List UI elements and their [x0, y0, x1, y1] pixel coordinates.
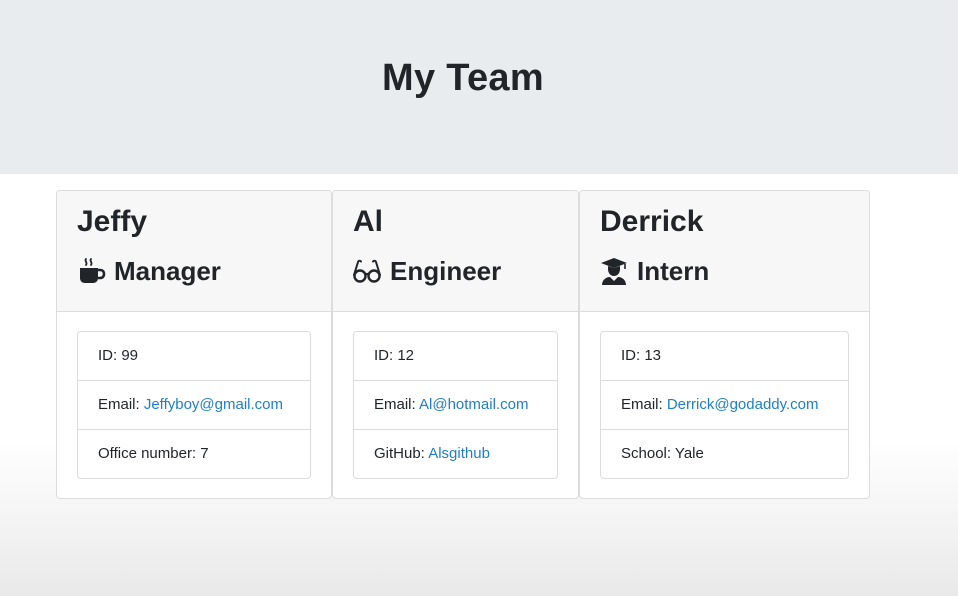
- info-id: ID: 12: [354, 332, 557, 381]
- info-id: ID: 13: [601, 332, 848, 381]
- email-label: Email:: [621, 396, 667, 413]
- employee-role: Engineer: [352, 253, 501, 289]
- role-title: Intern: [637, 255, 710, 286]
- office-number-text: Office number: 7: [98, 445, 209, 462]
- github-link[interactable]: Alsgithub: [428, 445, 490, 462]
- employee-card-manager: Jeffy Manager ID: 99 Email: Jeffyboy@gma…: [56, 190, 332, 499]
- card-header: Jeffy Manager: [57, 191, 331, 312]
- email-link[interactable]: Jeffyboy@gmail.com: [144, 396, 283, 413]
- info-list: ID: 13 Email: Derrick@godaddy.com School…: [600, 331, 849, 479]
- graduate-icon: [599, 256, 629, 286]
- page-title: My Team: [382, 57, 544, 99]
- email-link[interactable]: Derrick@godaddy.com: [667, 396, 819, 413]
- github-label: GitHub:: [374, 445, 429, 462]
- header-banner: My Team: [0, 0, 958, 174]
- info-email: Email: Derrick@godaddy.com: [601, 381, 848, 430]
- email-link[interactable]: Al@hotmail.com: [419, 396, 528, 413]
- role-title: Manager: [114, 255, 221, 286]
- employee-name: Derrick: [600, 205, 704, 238]
- id-text: ID: 13: [621, 347, 662, 364]
- coffee-icon: [76, 256, 106, 286]
- email-label: Email:: [98, 396, 144, 413]
- school-text: School: Yale: [621, 445, 704, 462]
- id-text: ID: 99: [98, 347, 139, 364]
- info-list: ID: 99 Email: Jeffyboy@gmail.com Office …: [77, 331, 311, 479]
- employee-name: Jeffy: [77, 205, 148, 238]
- info-school: School: Yale: [601, 430, 848, 478]
- glasses-icon: [352, 256, 382, 286]
- info-github: GitHub: Alsgithub: [354, 430, 557, 478]
- employee-role: Intern: [599, 253, 709, 289]
- card-header: Al Engineer: [333, 191, 578, 312]
- card-header: Derrick Intern: [580, 191, 869, 312]
- id-text: ID: 12: [374, 347, 415, 364]
- email-label: Email:: [374, 396, 420, 413]
- employee-role: Manager: [76, 253, 221, 289]
- role-title: Engineer: [390, 255, 502, 286]
- info-email: Email: Al@hotmail.com: [354, 381, 557, 430]
- info-list: ID: 12 Email: Al@hotmail.com GitHub: Als…: [353, 331, 558, 479]
- employee-card-engineer: Al Engineer ID: 12 Email: Al@hotmail.com…: [332, 190, 579, 499]
- info-office-number: Office number: 7: [78, 430, 310, 478]
- employee-name: Al: [353, 205, 383, 238]
- info-id: ID: 99: [78, 332, 310, 381]
- employee-card-intern: Derrick Intern ID: 13 Email: Derrick@god…: [579, 190, 870, 499]
- info-email: Email: Jeffyboy@gmail.com: [78, 381, 310, 430]
